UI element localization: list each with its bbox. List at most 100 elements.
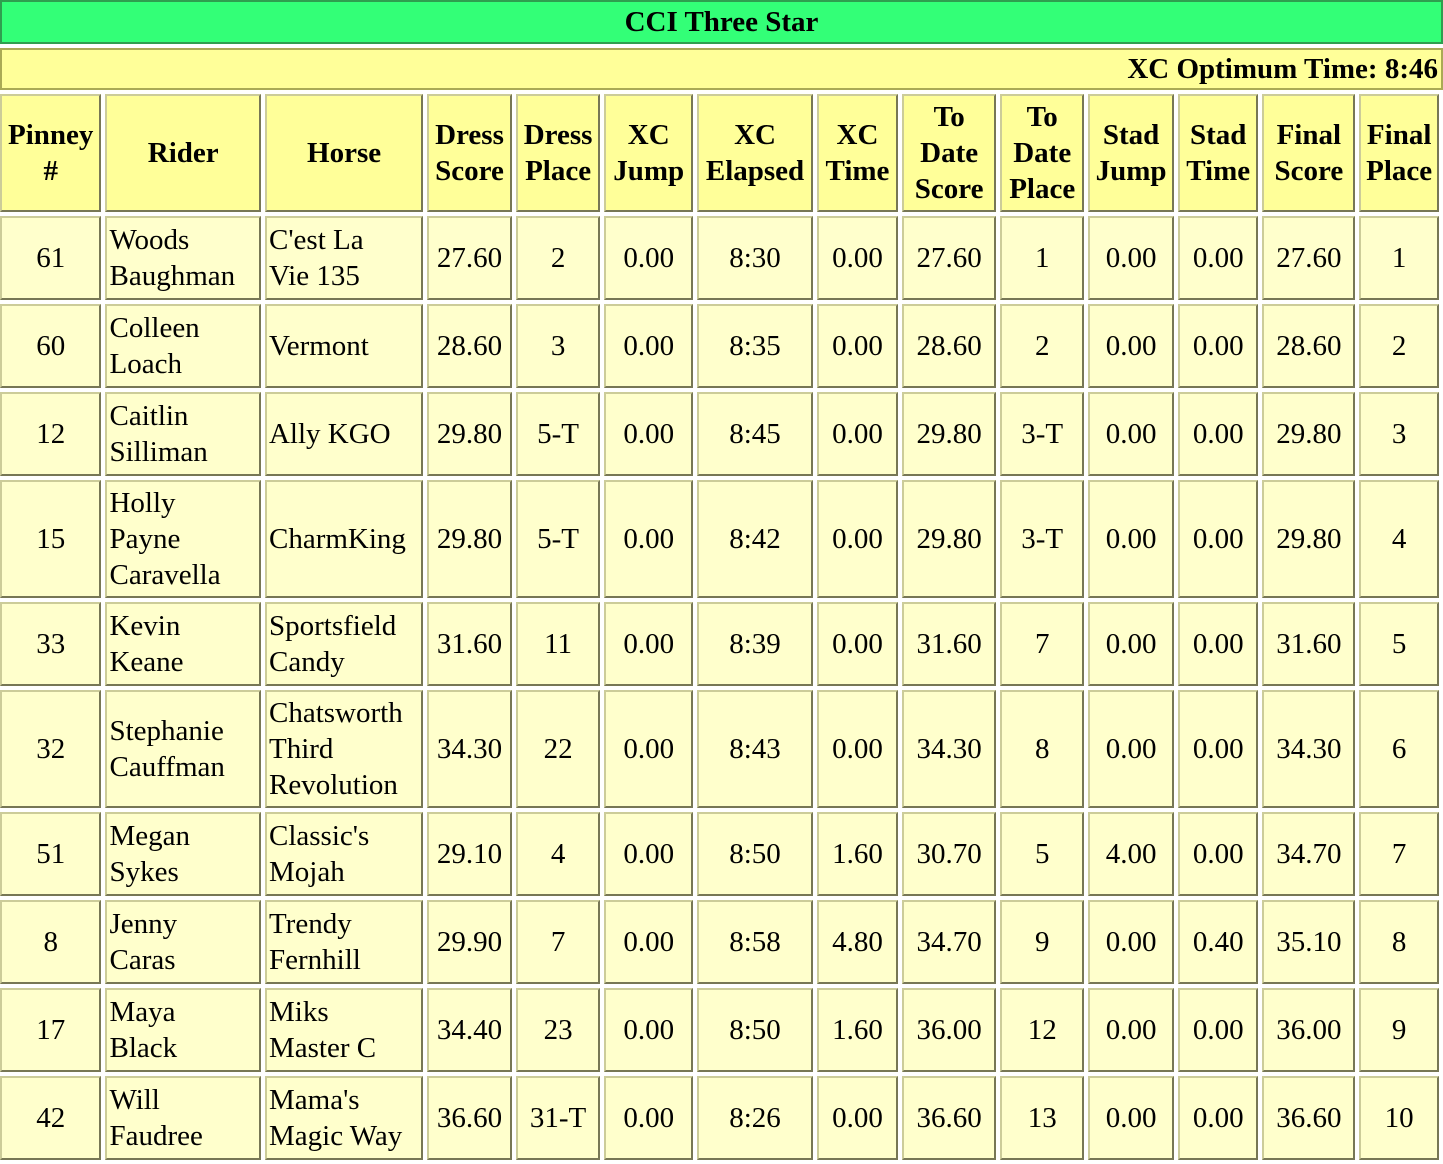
cell-xc-jump: 0.00 — [604, 690, 694, 808]
cell-to-date-score: 36.00 — [901, 988, 997, 1072]
cell-final-score: 29.80 — [1262, 480, 1356, 598]
cell-value: 0.00 — [832, 418, 883, 450]
cell-horse: Ally KGO — [264, 392, 424, 476]
column-header-xc-time: XC Time — [816, 94, 898, 212]
cell-to-date-score: 34.30 — [901, 690, 997, 808]
cell-value: 30.70 — [916, 838, 982, 870]
cell-value: 5 — [1391, 628, 1407, 660]
cell-value: 0.00 — [1192, 1014, 1244, 1046]
cell-value: Trendy Fernhill — [268, 908, 361, 976]
cell-dress-score: 28.60 — [427, 304, 512, 388]
cell-value: 2 — [1034, 330, 1050, 362]
cell-stad-jump: 0.00 — [1088, 602, 1175, 686]
column-header-label: Stad Jump — [1095, 119, 1167, 187]
cell-to-date-score: 36.60 — [901, 1076, 997, 1160]
cell-value: 28.60 — [916, 330, 982, 362]
cell-dress-score: 27.60 — [427, 216, 512, 300]
cell-value: Caitlin Silliman — [109, 400, 208, 468]
column-header-stad-time: Stad Time — [1178, 94, 1259, 212]
cell-stad-time: 0.00 — [1178, 602, 1259, 686]
cell-stad-jump: 0.00 — [1088, 392, 1175, 476]
cell-to-date-score: 29.80 — [901, 480, 997, 598]
cell-value: 12 — [1027, 1014, 1057, 1046]
cell-value: 34.30 — [436, 733, 503, 765]
cell-value: 34.70 — [1276, 838, 1342, 870]
cell-pinney: 42 — [0, 1076, 102, 1160]
cell-value: 34.40 — [436, 1014, 503, 1046]
cell-value: 42 — [36, 1102, 66, 1134]
table-row: 17 Maya Black Miks Master C 34.40 23 0.00 8:50… — [0, 988, 1439, 1072]
table-row: 8 Jenny Caras Trendy Fernhill 29.90 7 0.00 8:5… — [0, 900, 1439, 984]
cell-stad-time: 0.00 — [1178, 1076, 1259, 1160]
column-header-label: To Date Place — [1009, 101, 1076, 205]
cell-value: 0.00 — [1192, 838, 1244, 870]
cell-value: Vermont — [268, 330, 369, 362]
cell-value: 0.00 — [623, 733, 675, 765]
cell-value: 6 — [1391, 733, 1407, 765]
cell-xc-elapsed: 8:26 — [697, 1076, 813, 1160]
cell-pinney: 12 — [0, 392, 102, 476]
cell-value: 29.80 — [436, 418, 503, 450]
cell-stad-jump: 0.00 — [1088, 304, 1175, 388]
cell-rider: Colleen Loach — [105, 304, 261, 388]
cell-dress-score: 29.80 — [427, 392, 512, 476]
cell-value: 0.00 — [623, 926, 675, 958]
cell-xc-elapsed: 8:43 — [697, 690, 813, 808]
cell-stad-jump: 0.00 — [1088, 988, 1175, 1072]
cell-final-place: 6 — [1359, 690, 1439, 808]
cell-value: 29.80 — [1276, 523, 1342, 555]
cell-value: 27.60 — [436, 242, 503, 274]
cell-value: 34.70 — [916, 926, 982, 958]
cell-value: 8:43 — [729, 733, 781, 765]
cell-value: 0.00 — [1192, 330, 1244, 362]
column-header-final-score: Final Score — [1262, 94, 1356, 212]
cell-final-score: 35.10 — [1262, 900, 1356, 984]
cell-stad-time: 0.00 — [1178, 690, 1259, 808]
cell-xc-elapsed: 8:45 — [697, 392, 813, 476]
cell-value: 0.00 — [1105, 628, 1157, 660]
cell-value: 11 — [544, 628, 573, 660]
cell-value: 7 — [1034, 628, 1050, 660]
cell-dress-score: 29.10 — [427, 812, 512, 896]
column-header-to-date-score: To Date Score — [901, 94, 997, 212]
table-row: 33 Kevin Keane Sportsfield Candy 31.60 11 0.0… — [0, 602, 1439, 686]
cell-dress-score: 29.80 — [427, 480, 512, 598]
cell-value: Maya Black — [109, 996, 178, 1064]
cell-value: Jenny Caras — [109, 908, 178, 976]
cell-value: 8:39 — [729, 628, 781, 660]
cell-value: 0.00 — [623, 1014, 675, 1046]
cell-xc-jump: 0.00 — [604, 1076, 694, 1160]
cell-value: 4 — [550, 838, 566, 870]
cell-rider: Kevin Keane — [105, 602, 261, 686]
cell-dress-place: 11 — [515, 602, 601, 686]
cell-stad-jump: 0.00 — [1088, 690, 1175, 808]
cell-value: Sportsfield Candy — [268, 610, 397, 678]
cell-value: 0.40 — [1192, 926, 1244, 958]
cell-value: 28.60 — [1276, 330, 1342, 362]
cell-value: Chatsworth Third Revolution — [268, 697, 403, 801]
cell-value: Classic's Mojah — [268, 820, 370, 888]
cell-final-score: 36.00 — [1262, 988, 1356, 1072]
cell-value: 0.00 — [1105, 1102, 1157, 1134]
results-table: Pinney # Rider Horse Dress Score Dress Place… — [0, 90, 1443, 1164]
cell-final-place: 4 — [1359, 480, 1439, 598]
cell-rider: Will Faudree — [105, 1076, 261, 1160]
cell-value: 0.00 — [1105, 523, 1157, 555]
cell-value: 0.00 — [1192, 733, 1244, 765]
cell-xc-elapsed: 8:50 — [697, 812, 813, 896]
column-header-xc-jump: XC Jump — [604, 94, 694, 212]
cell-to-date-place: 3-T — [1000, 392, 1085, 476]
cell-xc-time: 1.60 — [816, 988, 898, 1072]
cell-pinney: 51 — [0, 812, 102, 896]
cell-value: 9 — [1391, 1014, 1407, 1046]
cell-to-date-place: 2 — [1000, 304, 1085, 388]
cell-value: 0.00 — [623, 330, 675, 362]
column-header-label: XC Time — [825, 119, 890, 187]
cell-stad-time: 0.00 — [1178, 392, 1259, 476]
cell-horse: Miks Master C — [264, 988, 424, 1072]
cell-xc-time: 0.00 — [816, 602, 898, 686]
cell-value: 36.00 — [916, 1014, 982, 1046]
cell-value: Stephanie Cauffman — [109, 715, 225, 783]
cell-value: 28.60 — [436, 330, 503, 362]
cell-dress-place: 31-T — [515, 1076, 601, 1160]
